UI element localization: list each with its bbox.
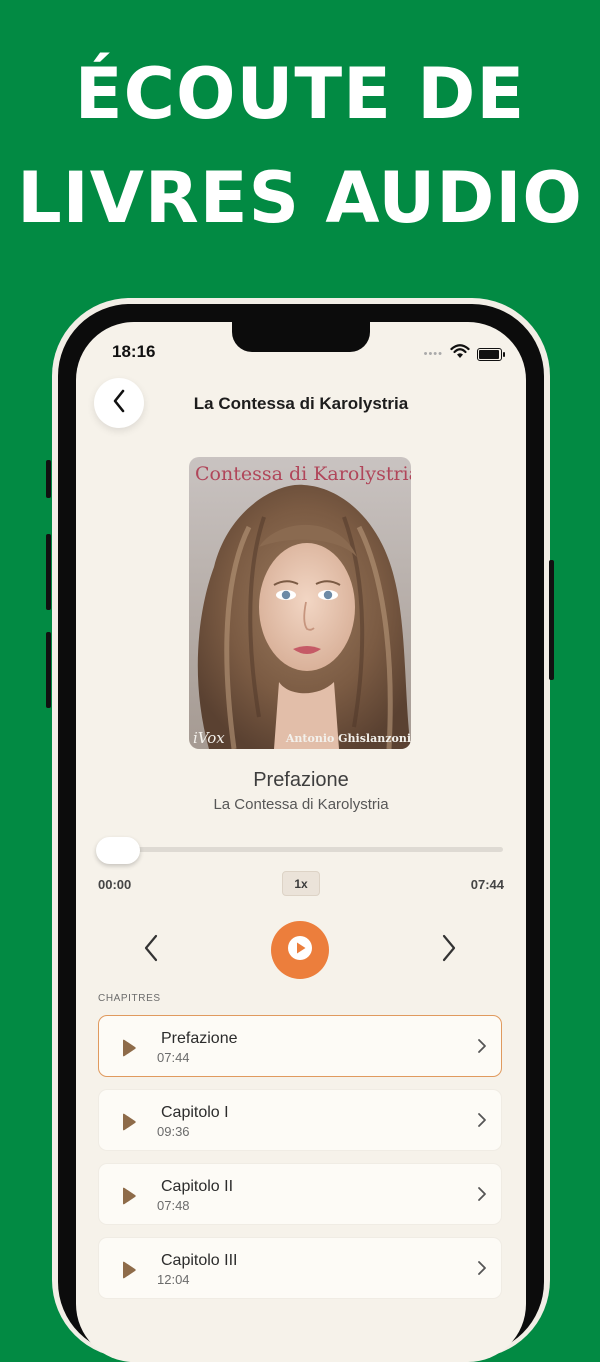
progress-track[interactable] [98,847,503,852]
chevron-right-icon [477,1260,487,1281]
play-button[interactable] [271,921,329,979]
play-icon [121,1187,137,1210]
wifi-icon [450,344,470,364]
play-icon [287,935,313,966]
chapter-item-prefazione[interactable]: Prefazione 07:44 [98,1015,502,1077]
battery-icon [477,347,505,361]
headline-line-2: LIVRES AUDIO [17,157,583,239]
chevron-left-icon [112,389,126,418]
chapter-name: Capitolo II [161,1178,234,1195]
promo-headline: ÉCOUTE DE LIVRES AUDIO [0,42,600,250]
chapter-item-capitolo-3[interactable]: Capitolo III 12:04 [98,1237,502,1299]
chapter-duration: 12:04 [157,1272,190,1287]
volume-down-button [46,632,51,708]
chapter-item-capitolo-2[interactable]: Capitolo II 07:48 [98,1163,502,1225]
nav-title: La Contessa di Karolystria [193,394,409,413]
chapter-name: Capitolo III [161,1252,238,1269]
chapter-name: Capitolo I [161,1104,229,1121]
status-icons: •••• [423,344,505,364]
power-button [549,560,554,680]
app-screen: 18:16 •••• La Contessa di Karolystria Co… [76,322,526,1362]
playback-speed-button[interactable]: 1x [282,871,320,896]
notch [232,322,370,352]
status-time: 18:16 [112,342,156,361]
play-icon [121,1261,137,1284]
current-time: 00:00 [98,877,132,892]
track-title: Prefazione [253,769,349,791]
track-book-title: La Contessa di Karolystria [213,796,389,813]
chapter-duration: 09:36 [157,1124,190,1139]
progress-slider-handle[interactable] [96,837,140,864]
chevron-right-icon [477,1112,487,1133]
cover-brand: iVox [193,729,225,747]
chapter-duration: 07:44 [157,1050,190,1065]
previous-chapter-button[interactable] [138,932,164,968]
play-icon [121,1039,137,1062]
play-icon [121,1113,137,1136]
total-time: 07:44 [470,877,504,892]
chevron-right-icon [477,1038,487,1059]
chapters-section-label: CHAPITRES [98,993,161,1004]
chevron-left-icon [143,934,159,967]
chevron-right-icon [441,934,457,967]
book-cover: Contessa di Karolystria iVox Antonio Ghi… [189,457,411,749]
signal-dots: •••• [423,348,443,360]
chapter-name: Prefazione [161,1030,238,1047]
volume-up-button [46,534,51,610]
chapter-duration: 07:48 [157,1198,190,1213]
chevron-right-icon [477,1186,487,1207]
chapter-item-capitolo-1[interactable]: Capitolo I 09:36 [98,1089,502,1151]
back-button[interactable] [94,378,144,428]
headline-line-1: ÉCOUTE DE [74,53,526,135]
cover-portrait-image [189,457,411,749]
mute-switch [46,460,51,498]
cover-title: Contessa di Karolystria [195,463,411,485]
next-chapter-button[interactable] [436,932,462,968]
chapter-list: Prefazione 07:44 Capitolo I 09:36 Capito… [98,1015,502,1311]
cover-author: Antonio Ghislanzoni [285,732,411,745]
